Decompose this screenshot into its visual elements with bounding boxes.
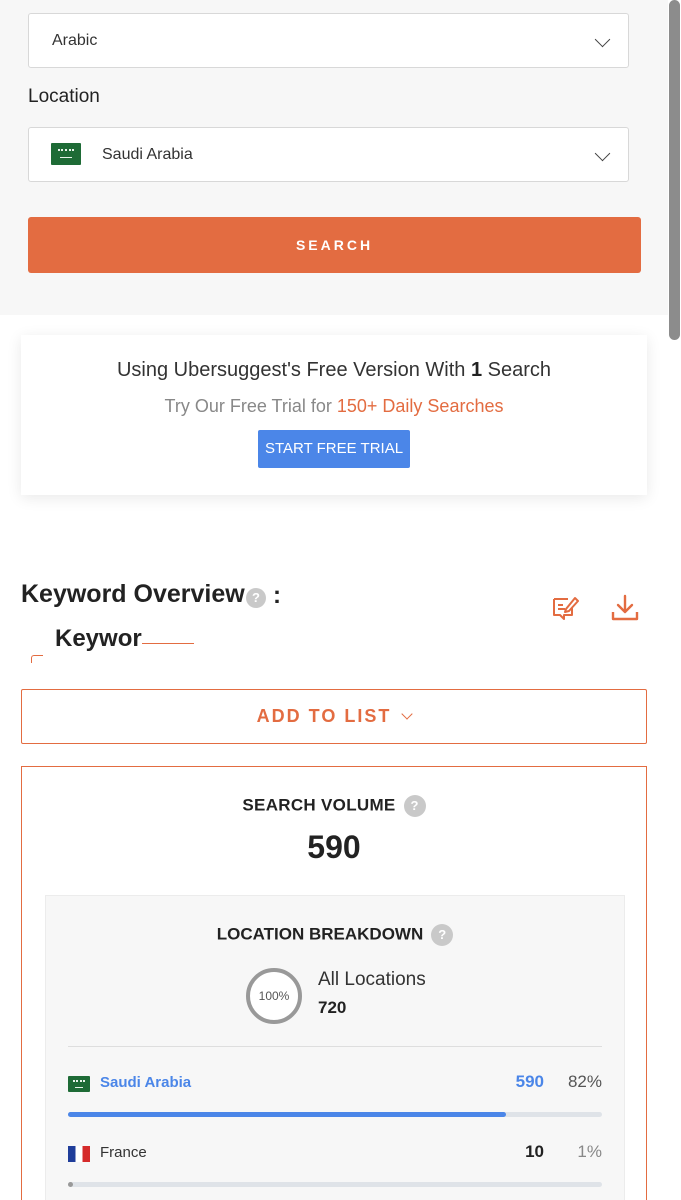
location-row-saudi-arabia[interactable]: Saudi Arabia 590 82%	[68, 1072, 602, 1104]
location-select[interactable]: Saudi Arabia	[28, 127, 629, 182]
location-share-bar	[68, 1182, 602, 1187]
search-volume-title: SEARCH VOLUME?	[22, 795, 646, 817]
location-share-fill	[68, 1182, 74, 1187]
location-percent: 82%	[567, 1072, 602, 1091]
location-percent: 1%	[577, 1142, 602, 1161]
redaction-mark	[31, 655, 43, 663]
saudi-arabia-flag-icon	[68, 1076, 90, 1092]
download-icon[interactable]	[611, 594, 639, 622]
chevron-down-icon	[401, 708, 413, 720]
location-share-fill	[68, 1112, 506, 1117]
keyword-name: Keywor	[55, 625, 142, 652]
all-locations-value: 720	[318, 998, 347, 1017]
keyword-overview-title: Keyword Overview	[21, 580, 245, 608]
search-button[interactable]: SEARCH	[28, 217, 641, 273]
search-volume-card: SEARCH VOLUME? 590 LOCATION BREAKDOWN? 1…	[21, 766, 647, 1200]
free-version-text-prefix: Using Ubersuggest's Free Version With	[116, 359, 471, 381]
france-flag-icon	[68, 1146, 90, 1162]
percent-ring: 100%	[246, 968, 302, 1024]
free-version-text: Using Ubersuggest's Free Version With 1 …	[21, 359, 647, 382]
free-version-banner: Using Ubersuggest's Free Version With 1 …	[21, 335, 647, 495]
edit-note-icon[interactable]	[551, 594, 579, 622]
language-select[interactable]: Arabic	[28, 13, 629, 68]
location-select-value: Saudi Arabia	[102, 146, 193, 163]
scrollbar-thumb[interactable]	[669, 0, 680, 340]
help-icon[interactable]: ?	[403, 795, 426, 817]
location-label: Location	[28, 86, 100, 107]
free-version-text-suffix: Search	[482, 359, 552, 381]
add-to-list-label: ADD TO LIST	[256, 706, 392, 726]
location-volume: 590	[515, 1072, 544, 1091]
location-breakdown-title: LOCATION BREAKDOWN?	[46, 924, 624, 946]
keyword-overview-colon: :	[273, 582, 281, 609]
location-share-bar	[68, 1112, 602, 1117]
language-select-value: Arabic	[52, 32, 98, 49]
search-settings-panel: Arabic Location Saudi Arabia SEARCH	[0, 0, 668, 315]
trial-text: Try Our Free Trial for 150+ Daily Search…	[21, 396, 647, 417]
redaction-mark	[142, 643, 194, 644]
chevron-down-icon	[594, 31, 611, 48]
location-volume: 10	[525, 1142, 544, 1161]
trial-text-highlight: 150+ Daily Searches	[336, 396, 504, 416]
add-to-list-button[interactable]: ADD TO LIST	[21, 689, 647, 744]
search-volume-label: SEARCH VOLUME	[242, 795, 396, 815]
start-free-trial-button[interactable]: START FREE TRIAL	[258, 430, 410, 468]
search-volume-value: 590	[307, 829, 361, 865]
location-name[interactable]: France	[100, 1144, 147, 1161]
search-count: 1	[470, 359, 483, 381]
location-breakdown-label: LOCATION BREAKDOWN	[216, 924, 424, 944]
help-icon[interactable]: ?	[246, 588, 266, 608]
location-breakdown-panel: LOCATION BREAKDOWN? 100% All Locations 7…	[45, 895, 625, 1200]
location-name[interactable]: Saudi Arabia	[100, 1074, 191, 1091]
saudi-arabia-flag-icon	[51, 143, 81, 165]
location-row-france[interactable]: France 10 1%	[68, 1142, 602, 1174]
help-icon[interactable]: ?	[431, 924, 454, 946]
trial-text-prefix: Try Our Free Trial for	[164, 396, 337, 416]
divider	[68, 1046, 602, 1047]
chevron-down-icon	[594, 145, 611, 162]
all-locations-label: All Locations	[318, 969, 426, 990]
